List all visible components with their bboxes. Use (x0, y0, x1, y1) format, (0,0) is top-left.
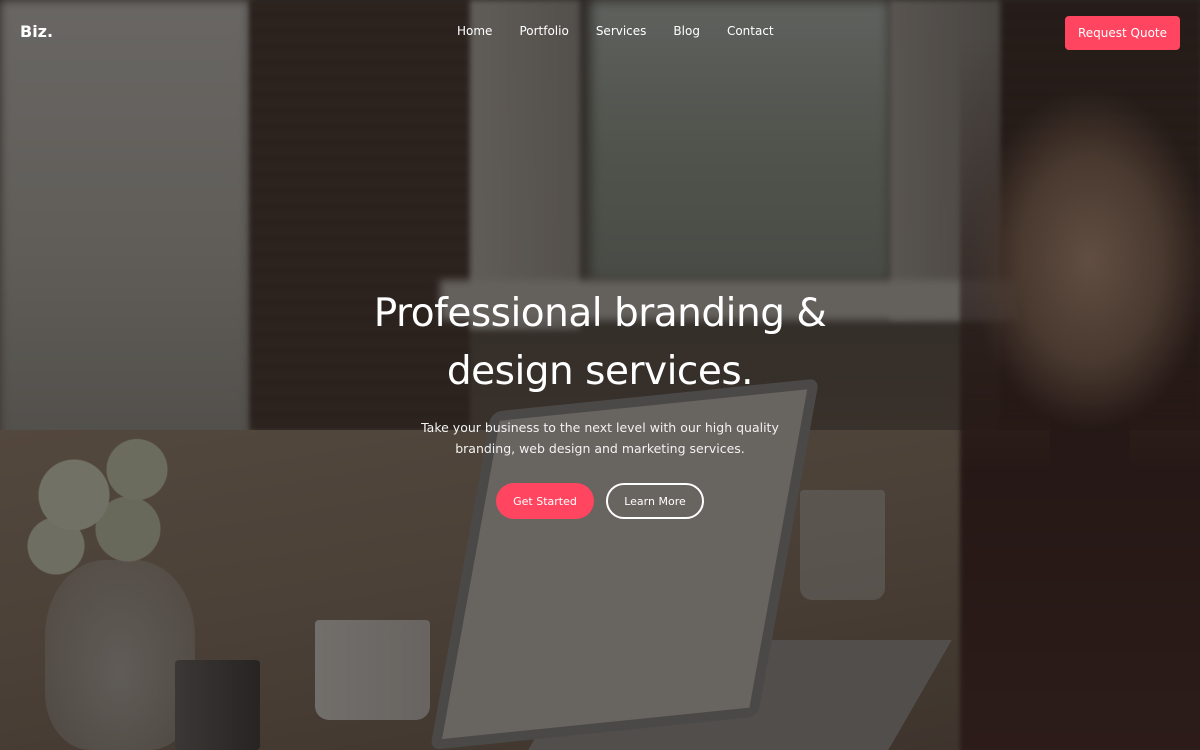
nav-item-services[interactable]: Services (596, 24, 647, 38)
learn-more-button[interactable]: Learn More (606, 483, 704, 519)
hero-section: Biz. Home Portfolio Services Blog Contac… (0, 0, 1200, 750)
cta-buttons: Get Started Learn More (0, 483, 1200, 519)
nav-item-portfolio[interactable]: Portfolio (519, 24, 568, 38)
nav-item-blog[interactable]: Blog (673, 24, 700, 38)
nav-menu: Home Portfolio Services Blog Contact (444, 24, 801, 38)
hero-subtitle: Take your business to the next level wit… (421, 420, 779, 456)
get-started-button[interactable]: Get Started (496, 483, 594, 519)
nav-item-contact[interactable]: Contact (727, 24, 774, 38)
hero-title: Professional branding & design services. (373, 291, 827, 394)
top-navigation: Biz. Home Portfolio Services Blog Contac… (0, 0, 1200, 66)
request-quote-button[interactable]: Request Quote (1065, 16, 1180, 50)
logo[interactable]: Biz. (20, 22, 53, 41)
hero-content: Professional branding & design services.… (0, 285, 1200, 519)
nav-item-home[interactable]: Home (457, 24, 492, 38)
